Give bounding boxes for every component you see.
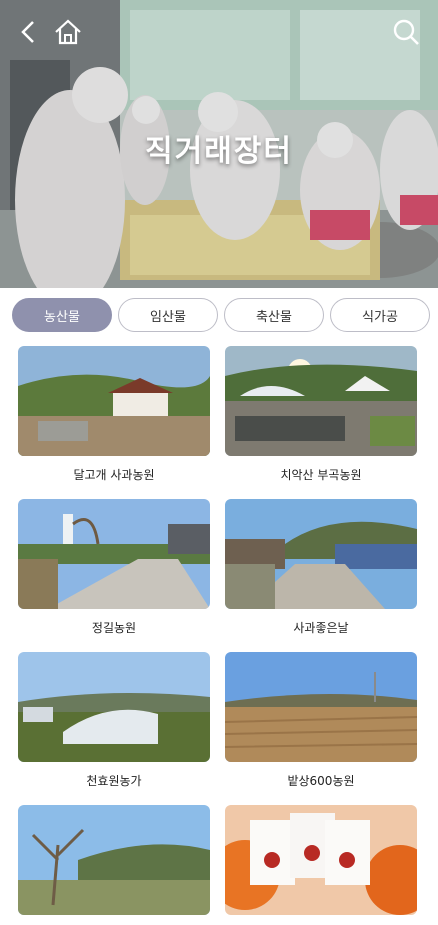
farm-photo (18, 346, 210, 456)
farm-name: 달고개 사과농원 (73, 468, 155, 482)
tab-livestock[interactable]: 축산물 (224, 298, 324, 332)
tab-processed-food[interactable]: 식가공 (330, 298, 430, 332)
tab-agricultural[interactable]: 농산물 (12, 298, 112, 332)
chevron-left-icon (21, 21, 34, 43)
farm-photo (18, 499, 210, 609)
farm-name: 사과좋은날 (293, 621, 349, 635)
back-button[interactable] (8, 12, 48, 52)
farm-card[interactable]: 천효원농가 (18, 652, 210, 789)
farm-card[interactable]: 정길농원 (18, 499, 210, 636)
tab-forest[interactable]: 임산물 (118, 298, 218, 332)
farm-photo (225, 652, 417, 762)
farm-photo (18, 805, 210, 915)
home-icon (55, 19, 81, 45)
home-button[interactable] (48, 12, 88, 52)
farm-card[interactable]: 밭상600농원 (225, 652, 417, 789)
hero-banner: 직거래장터 (0, 0, 438, 288)
farm-name: 치악산 부곡농원 (280, 468, 362, 482)
farm-name: 천효원농가 (86, 774, 142, 788)
farm-photo (18, 652, 210, 762)
farm-card[interactable] (225, 805, 417, 925)
farm-card[interactable]: 달고개 사과농원 (18, 346, 210, 483)
farm-photo (225, 346, 417, 456)
category-tabs: 농산물 임산물 축산물 식가공 (12, 298, 430, 332)
search-button[interactable] (386, 12, 426, 52)
farm-name: 밭상600농원 (287, 774, 355, 788)
search-icon (393, 19, 419, 45)
farm-card[interactable]: 치악산 부곡농원 (225, 346, 417, 483)
farm-photo (225, 805, 417, 915)
farm-name: 정길농원 (91, 621, 137, 635)
farm-card[interactable] (18, 805, 210, 925)
page-title: 직거래장터 (145, 134, 293, 169)
farm-photo (225, 499, 417, 609)
farm-card[interactable]: 사과좋은날 (225, 499, 417, 636)
